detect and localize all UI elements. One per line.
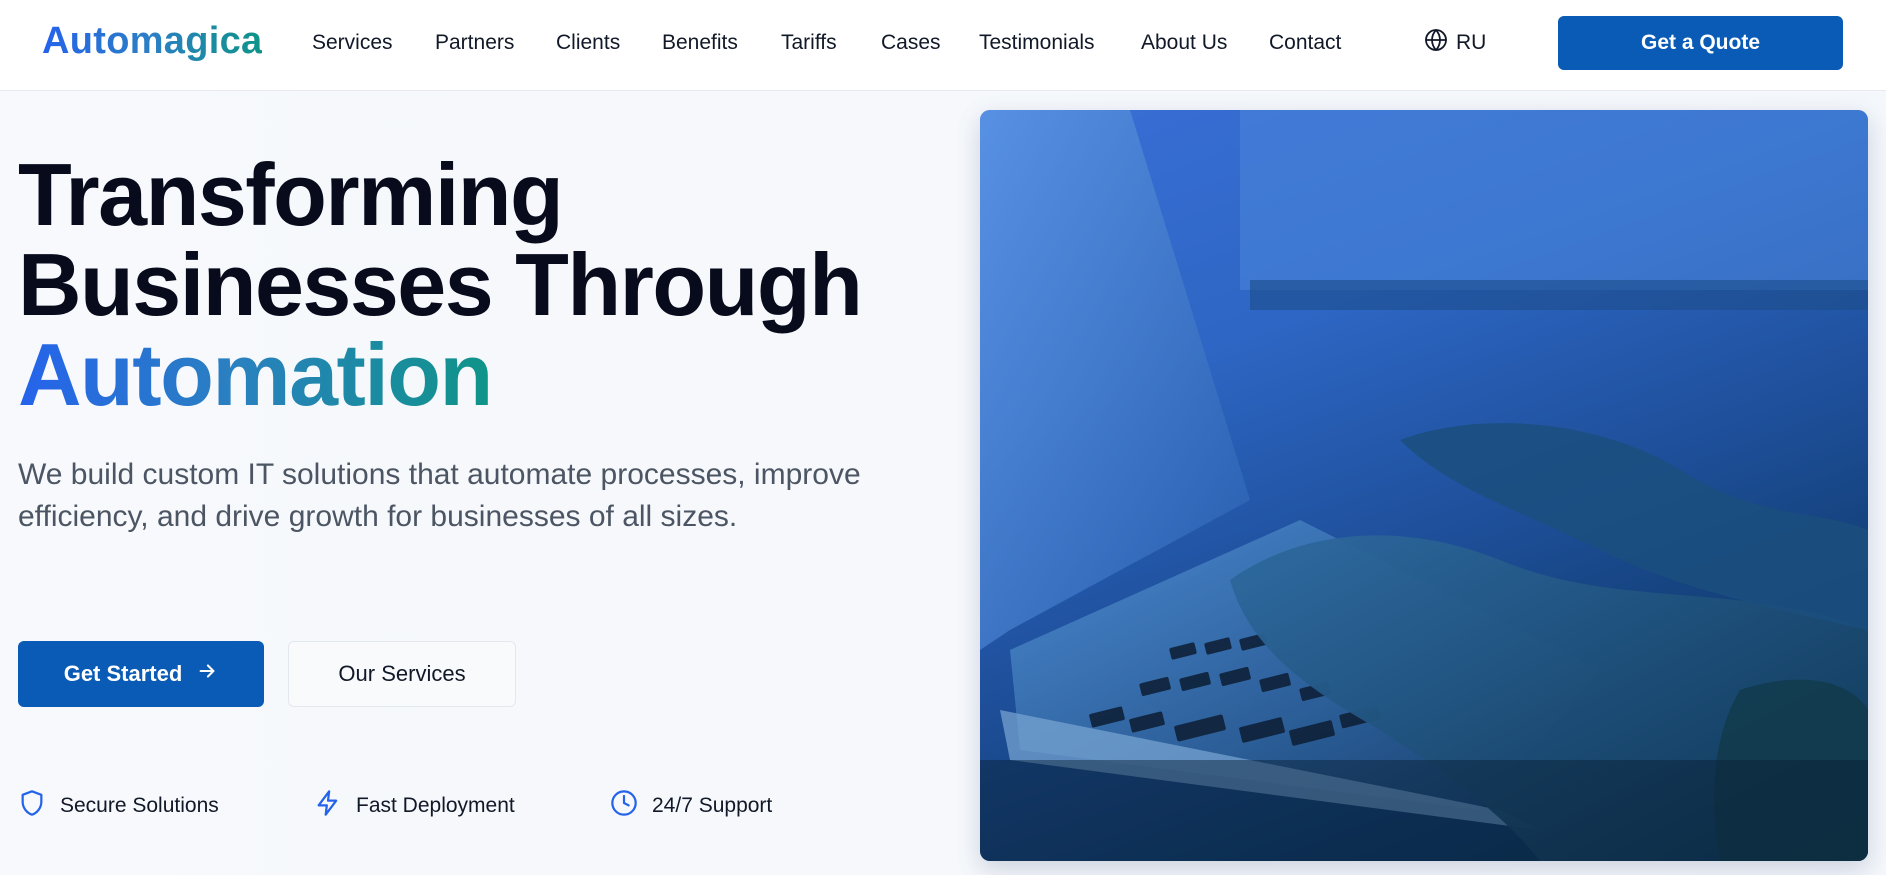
- nav-item-benefits[interactable]: Benefits: [662, 29, 738, 57]
- site-header: Automagica Services Partners Clients Ben…: [0, 0, 1886, 91]
- globe-icon: [1424, 28, 1448, 58]
- our-services-button[interactable]: Our Services: [288, 641, 516, 707]
- brand-logo[interactable]: Automagica: [42, 20, 262, 63]
- nav-item-about-us[interactable]: About Us: [1141, 29, 1227, 57]
- hero-headline: Transforming Businesses Through Automati…: [18, 150, 958, 420]
- headline-line-1: Transforming: [18, 145, 564, 244]
- get-started-label: Get Started: [63, 661, 183, 686]
- clock-icon: [610, 789, 638, 823]
- shield-icon: [18, 789, 46, 823]
- nav-item-partners[interactable]: Partners: [435, 29, 514, 57]
- lightning-icon: [314, 789, 342, 823]
- language-label: RU: [1456, 31, 1487, 54]
- get-started-button[interactable]: Get Started: [18, 641, 264, 707]
- feature-label: 24/7 Support: [652, 794, 773, 817]
- nav-item-services[interactable]: Services: [312, 29, 393, 57]
- hero-section: Transforming Businesses Through Automati…: [0, 92, 1886, 875]
- feature-secure: Secure Solutions: [18, 789, 219, 823]
- hero-image: [980, 110, 1868, 861]
- headline-accent: Automation: [18, 325, 493, 424]
- laptop-typing-illustration: [980, 110, 1868, 861]
- arrow-right-icon: [196, 660, 218, 688]
- nav-item-tariffs[interactable]: Tariffs: [781, 29, 837, 57]
- feature-fast: Fast Deployment: [314, 789, 515, 823]
- feature-label: Secure Solutions: [60, 794, 219, 817]
- feature-support: 24/7 Support: [610, 789, 772, 823]
- nav-item-clients[interactable]: Clients: [556, 29, 620, 57]
- nav-item-contact[interactable]: Contact: [1269, 29, 1341, 57]
- hero-subtitle: We build custom IT solutions that automa…: [18, 458, 861, 533]
- nav-item-cases[interactable]: Cases: [881, 29, 941, 57]
- nav-item-testimonials[interactable]: Testimonials: [979, 29, 1095, 57]
- get-quote-button[interactable]: Get a Quote: [1558, 16, 1843, 70]
- language-switcher[interactable]: RU: [1424, 28, 1486, 58]
- headline-line-2: Businesses Through: [18, 235, 863, 334]
- feature-label: Fast Deployment: [356, 794, 515, 817]
